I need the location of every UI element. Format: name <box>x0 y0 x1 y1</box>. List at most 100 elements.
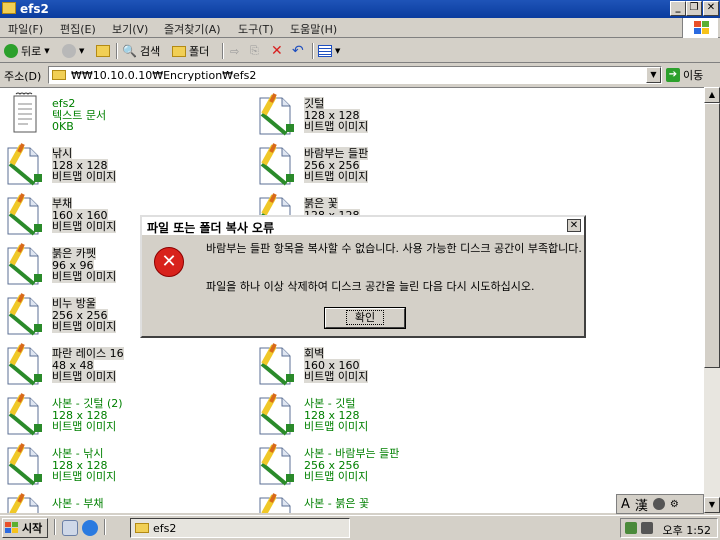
bitmap-image-icon <box>4 292 44 336</box>
bitmap-image-icon <box>4 142 44 186</box>
go-button[interactable]: ➔ 이동 <box>666 67 703 83</box>
search-icon: 🔍 <box>122 44 137 58</box>
menu-bar: 파일(F) 편집(E) 보기(V) 즐겨찾기(A) 도구(T) 도움말(H) <box>0 18 720 38</box>
copy-to-icon: ⎘ <box>250 44 259 57</box>
dialog-close-button[interactable]: ✕ <box>567 219 581 232</box>
file-item[interactable]: 사본 - 낚시 128 x 128 비트맵 이미지 <box>0 440 240 488</box>
file-detail: 비트맵 이미지 <box>304 470 369 483</box>
file-detail: 비트맵 이미지 <box>304 170 369 183</box>
file-item[interactable]: 바람부는 들판 256 x 256 비트맵 이미지 <box>252 140 492 188</box>
file-item[interactable]: 사본 - 부채 <box>0 490 240 513</box>
file-detail: 비트맵 이미지 <box>52 320 117 333</box>
system-tray: 오후 1:52 <box>620 518 718 538</box>
views-button[interactable]: ▼ <box>318 42 340 60</box>
ok-button[interactable]: 확인 <box>324 307 406 329</box>
close-button[interactable]: ✕ <box>703 1 719 16</box>
restore-button[interactable]: ❐ <box>686 1 702 16</box>
undo-icon: ↶ <box>292 43 304 59</box>
dialog-hint: 파일을 하나 이상 삭제하여 디스크 공간을 늘린 다음 다시 시도하십시오. <box>206 280 535 293</box>
file-label: 사본 - 깃털 128 x 128 비트맵 이미지 <box>304 398 368 433</box>
start-button[interactable]: 시작 <box>2 518 48 538</box>
file-label: 사본 - 깃털 (2) 128 x 128 비트맵 이미지 <box>52 398 123 433</box>
back-button[interactable]: 뒤로 ▼ <box>4 42 50 60</box>
tray-app-icon[interactable] <box>641 522 653 534</box>
file-item[interactable]: efs2 텍스트 문서 0KB <box>0 90 240 138</box>
dialog-title: 파일 또는 폴더 복사 오류 <box>147 221 275 235</box>
delete-button[interactable]: ✕ <box>271 42 283 60</box>
menu-tools[interactable]: 도구(T) <box>238 21 274 37</box>
internet-explorer-icon[interactable] <box>82 520 98 536</box>
file-item[interactable]: 사본 - 붉은 꽃 <box>252 490 492 513</box>
file-item[interactable]: 사본 - 깃털 (2) 128 x 128 비트맵 이미지 <box>0 390 240 438</box>
toolbar: 뒤로 ▼ ▼ 🔍 검색 폴더 ⇨ ⎘ ✕ ↶ ▼ <box>0 39 720 63</box>
bitmap-image-icon <box>4 442 44 486</box>
copy-to-button[interactable]: ⎘ <box>250 42 259 60</box>
search-button[interactable]: 🔍 검색 <box>122 42 160 60</box>
address-input[interactable]: ₩₩10.10.0.10₩Encryption₩efs2 ▼ <box>48 66 662 84</box>
menu-edit[interactable]: 편집(E) <box>60 21 96 37</box>
file-item[interactable]: 낚시 128 x 128 비트맵 이미지 <box>0 140 240 188</box>
toolbar-separator <box>116 43 118 59</box>
taskbar-item-efs2[interactable]: efs2 <box>130 518 350 538</box>
error-dialog: 파일 또는 폴더 복사 오류 ✕ ✕ 바람부는 들판 항목을 복사할 수 없습니… <box>140 215 586 338</box>
ime-icon[interactable] <box>652 498 665 510</box>
network-icon[interactable] <box>625 522 637 534</box>
window-title: efs2 <box>20 2 49 16</box>
title-bar: efs2 _ ❐ ✕ <box>0 0 720 18</box>
menu-favorites[interactable]: 즐겨찾기(A) <box>164 21 221 37</box>
windows-flag-icon <box>5 522 19 534</box>
address-bar: 주소(D) ₩₩10.10.0.10₩Encryption₩efs2 ▼ ➔ 이… <box>0 64 720 86</box>
up-folder-button[interactable] <box>96 42 110 60</box>
forward-button[interactable]: ▼ <box>62 42 84 60</box>
file-detail: 비트맵 이미지 <box>304 420 369 433</box>
file-label: 사본 - 바람부는 들판 256 x 256 비트맵 이미지 <box>304 448 399 483</box>
file-label: 사본 - 낚시 128 x 128 비트맵 이미지 <box>52 448 116 483</box>
file-label: 회벽 160 x 160 비트맵 이미지 <box>304 347 369 383</box>
vertical-scrollbar[interactable]: ▲ ▼ <box>704 87 720 513</box>
up-folder-icon <box>96 45 110 57</box>
scroll-down-button[interactable]: ▼ <box>704 497 720 513</box>
ok-label: 확인 <box>345 310 385 325</box>
dialog-title-bar: 파일 또는 폴더 복사 오류 ✕ <box>142 217 584 235</box>
file-label: 사본 - 붉은 꽃 <box>304 498 369 510</box>
file-item[interactable]: 사본 - 깃털 128 x 128 비트맵 이미지 <box>252 390 492 438</box>
ime-mode-a[interactable]: A <box>621 497 630 512</box>
file-label: 파란 레이스 16 48 x 48 비트맵 이미지 <box>52 347 124 383</box>
language-bar[interactable]: A 漢 ⚙ <box>616 494 704 514</box>
menu-help[interactable]: 도움말(H) <box>290 21 337 37</box>
show-desktop-icon[interactable] <box>62 520 78 536</box>
folder-icon <box>135 523 149 533</box>
ime-options-icon[interactable]: ⚙ <box>670 499 679 510</box>
menu-file[interactable]: 파일(F) <box>8 21 43 37</box>
ime-mode-hanja[interactable]: 漢 <box>635 495 648 514</box>
file-name: 사본 - 붉은 꽃 <box>304 497 370 510</box>
scrollbar-thumb[interactable] <box>704 103 720 368</box>
start-label: 시작 <box>22 522 43 535</box>
bitmap-image-icon <box>4 242 44 286</box>
file-item[interactable]: 깃털 128 x 128 비트맵 이미지 <box>252 90 492 138</box>
go-arrow-icon: ➔ <box>666 68 680 82</box>
file-item[interactable]: 파란 레이스 16 48 x 48 비트맵 이미지 <box>0 340 240 388</box>
bitmap-image-icon <box>4 192 44 236</box>
folder-icon <box>52 70 66 80</box>
folders-button[interactable]: 폴더 <box>172 42 209 60</box>
address-dropdown-button[interactable]: ▼ <box>646 67 661 83</box>
file-label: 붉은 카펫 96 x 96 비트맵 이미지 <box>52 247 117 283</box>
bitmap-image-icon <box>256 142 296 186</box>
file-detail: 비트맵 이미지 <box>304 370 369 383</box>
undo-button[interactable]: ↶ <box>292 42 304 60</box>
taskbar-separator <box>104 519 106 535</box>
move-to-button[interactable]: ⇨ <box>230 42 239 60</box>
error-icon: ✕ <box>154 247 184 277</box>
clock: 오후 1:52 <box>662 524 711 537</box>
file-detail: 0KB <box>52 120 74 133</box>
scroll-up-button[interactable]: ▲ <box>704 87 720 103</box>
back-arrow-icon <box>4 44 18 58</box>
file-item[interactable]: 회벽 160 x 160 비트맵 이미지 <box>252 340 492 388</box>
file-detail: 비트맵 이미지 <box>52 170 117 183</box>
menu-view[interactable]: 보기(V) <box>112 21 148 37</box>
folders-label: 폴더 <box>189 45 210 58</box>
file-detail: 비트맵 이미지 <box>52 270 117 283</box>
file-item[interactable]: 사본 - 바람부는 들판 256 x 256 비트맵 이미지 <box>252 440 492 488</box>
minimize-button[interactable]: _ <box>670 1 686 16</box>
